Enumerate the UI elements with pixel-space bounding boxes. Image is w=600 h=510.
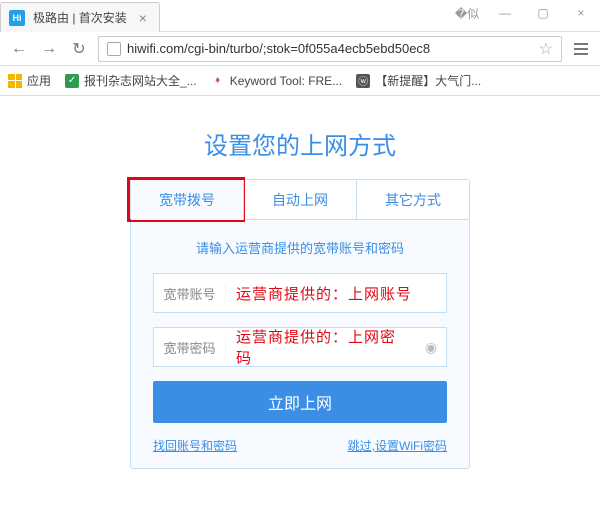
bookmark-item[interactable]: ♦ Keyword Tool: FRE...	[211, 74, 343, 88]
account-input[interactable]: 运营商提供的：上网账号	[226, 283, 446, 304]
bookmark-item[interactable]: ⓦ 【新提醒】大气门...	[356, 72, 481, 89]
tab-pppoe[interactable]: 宽带拨号	[131, 180, 244, 220]
apps-icon	[8, 74, 22, 88]
account-label: 宽带账号	[154, 284, 226, 303]
show-password-icon[interactable]: ◉	[416, 339, 446, 356]
browser-toolbar: ← → ↻ hiwifi.com/cgi-bin/turbo/;stok=0f0…	[0, 32, 600, 66]
user-icon[interactable]: �似	[448, 0, 486, 26]
back-button[interactable]: ←	[8, 38, 30, 60]
bookmark-label: Keyword Tool: FRE...	[230, 74, 343, 88]
bookmark-item[interactable]: ✓ 报刊杂志网站大全_...	[65, 72, 197, 89]
apps-label: 应用	[27, 72, 51, 89]
skip-link[interactable]: 跳过,设置WiFi密码	[348, 437, 447, 454]
apps-button[interactable]: 应用	[8, 72, 51, 89]
pppoe-form: 请输入运营商提供的宽带账号和密码 宽带账号 运营商提供的：上网账号 宽带密码 运…	[131, 220, 469, 468]
setup-card: 宽带拨号 自动上网 其它方式 请输入运营商提供的宽带账号和密码 宽带账号 运营商…	[130, 179, 470, 469]
browser-tab[interactable]: Hi 极路由 | 首次安装 ×	[0, 2, 160, 32]
bookmark-icon: ♦	[211, 74, 225, 88]
form-links: 找回账号和密码 跳过,设置WiFi密码	[153, 437, 447, 454]
address-bar[interactable]: hiwifi.com/cgi-bin/turbo/;stok=0f055a4ec…	[98, 36, 562, 62]
form-hint: 请输入运营商提供的宽带账号和密码	[153, 238, 447, 257]
bookmark-icon: ⓦ	[356, 74, 370, 88]
maximize-button[interactable]: ▢	[524, 0, 562, 26]
bookmark-star-icon[interactable]: ☆	[539, 39, 553, 59]
account-field[interactable]: 宽带账号 运营商提供的：上网账号	[153, 273, 447, 313]
bookmark-label: 【新提醒】大气门...	[375, 72, 481, 89]
password-input[interactable]: 运营商提供的：上网密码	[226, 326, 416, 368]
favicon-icon: Hi	[9, 10, 25, 26]
close-tab-icon[interactable]: ×	[139, 10, 147, 26]
window-controls: �似 — ▢ ×	[448, 0, 600, 31]
tab-title: 极路由 | 首次安装	[33, 9, 127, 26]
password-label: 宽带密码	[154, 338, 226, 357]
bookmark-icon: ✓	[65, 74, 79, 88]
connection-tabs: 宽带拨号 自动上网 其它方式	[131, 180, 469, 220]
menu-button[interactable]	[570, 38, 592, 60]
page-content: 设置您的上网方式 宽带拨号 自动上网 其它方式 请输入运营商提供的宽带账号和密码…	[0, 96, 600, 489]
tab-other[interactable]: 其它方式	[357, 180, 469, 220]
close-window-button[interactable]: ×	[562, 0, 600, 26]
window-titlebar: Hi 极路由 | 首次安装 × �似 — ▢ ×	[0, 0, 600, 32]
password-field[interactable]: 宽带密码 运营商提供的：上网密码 ◉	[153, 327, 447, 367]
forward-button[interactable]: →	[38, 38, 60, 60]
recover-link[interactable]: 找回账号和密码	[153, 437, 237, 454]
tab-dhcp[interactable]: 自动上网	[244, 180, 357, 220]
bookmarks-bar: 应用 ✓ 报刊杂志网站大全_... ♦ Keyword Tool: FRE...…	[0, 66, 600, 96]
minimize-button[interactable]: —	[486, 0, 524, 26]
page-heading: 设置您的上网方式	[204, 126, 396, 161]
url-text: hiwifi.com/cgi-bin/turbo/;stok=0f055a4ec…	[127, 41, 533, 56]
page-icon	[107, 42, 121, 56]
submit-button[interactable]: 立即上网	[153, 381, 447, 423]
reload-button[interactable]: ↻	[68, 38, 90, 60]
bookmark-label: 报刊杂志网站大全_...	[84, 72, 197, 89]
